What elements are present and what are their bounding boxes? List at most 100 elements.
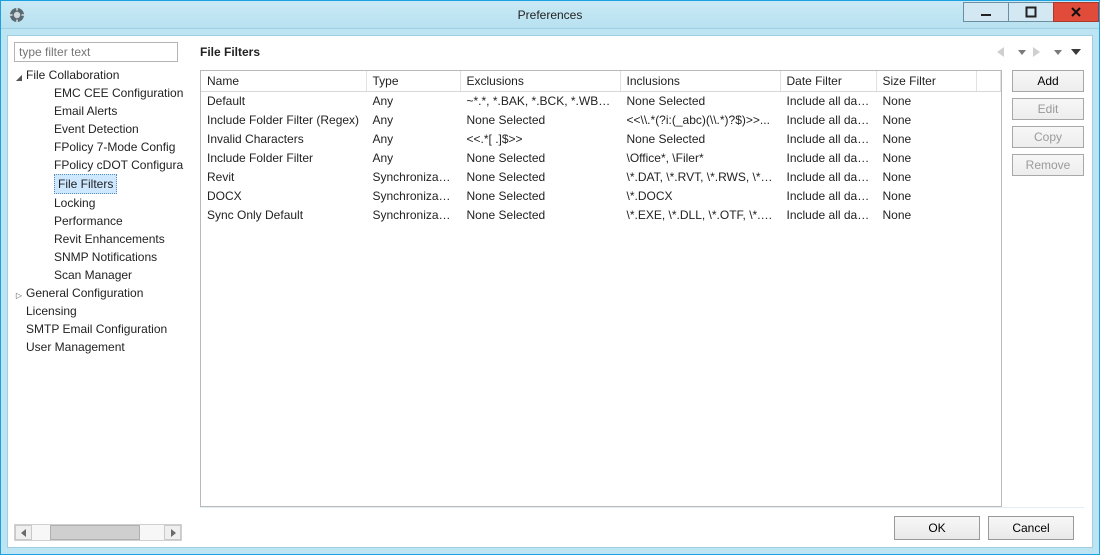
side-buttons: Add Edit Copy Remove [1012,70,1084,507]
tree-item-label: FPolicy 7-Mode Config [54,140,175,154]
cell-name [201,224,366,243]
cell-exc [460,357,620,376]
col-name[interactable]: Name [201,71,366,91]
table-row[interactable]: Sync Only DefaultSynchronizatio...None S… [201,205,1001,224]
table-row[interactable]: DefaultAny~*.*, *.BAK, *.BCK, *.WBK, ...… [201,91,1001,110]
col-pad [976,71,1001,91]
cell-type: Synchronizatio... [366,186,460,205]
remove-button[interactable]: Remove [1012,154,1084,176]
cell-pad [976,205,1001,224]
table-row [201,471,1001,490]
tree-item[interactable]: Locking [14,194,188,212]
edit-button[interactable]: Edit [1012,98,1084,120]
table-row [201,300,1001,319]
tree-item[interactable]: FPolicy cDOT Configura [14,156,188,174]
nav-tree[interactable]: ◢File CollaborationEMC CEE Configuration… [14,66,188,356]
cell-size [876,395,976,414]
cancel-button[interactable]: Cancel [988,516,1074,540]
tree-item[interactable]: Scan Manager [14,266,188,284]
cell-exc: <<.*[ .]$>> [460,129,620,148]
cell-name [201,414,366,433]
cell-name [201,433,366,452]
scroll-track[interactable] [32,525,164,540]
cell-size [876,338,976,357]
table-row [201,319,1001,338]
tree-hscrollbar[interactable] [14,524,182,541]
copy-button[interactable]: Copy [1012,126,1084,148]
cell-date [780,281,876,300]
cell-exc [460,395,620,414]
view-menu-icon[interactable] [1068,44,1084,60]
tree-item[interactable]: FPolicy 7-Mode Config [14,138,188,156]
cell-inc [620,414,780,433]
forward-dropdown-icon[interactable] [1050,44,1066,60]
col-inclusions[interactable]: Inclusions [620,71,780,91]
table-row[interactable]: Include Folder FilterAnyNone Selected\Of… [201,148,1001,167]
cell-pad [976,357,1001,376]
scroll-left-icon[interactable] [15,525,32,540]
cell-inc [620,471,780,490]
tree-item[interactable]: ◢File Collaboration [14,66,188,84]
cell-size: None [876,186,976,205]
ok-button[interactable]: OK [894,516,980,540]
col-exclusions[interactable]: Exclusions [460,71,620,91]
col-date-filter[interactable]: Date Filter [780,71,876,91]
cell-name [201,300,366,319]
back-dropdown-icon[interactable] [1014,44,1030,60]
tree-item[interactable]: SMTP Email Configuration [14,320,188,338]
table-row [201,433,1001,452]
cell-inc: \*.EXE, \*.DLL, \*.OTF, \*.T... [620,205,780,224]
minimize-button[interactable] [963,2,1009,22]
tree-item[interactable]: File Filters [14,174,188,194]
cell-inc: \*.DAT, \*.RVT, \*.RWS, \*.... [620,167,780,186]
tree-item[interactable]: Revit Enhancements [14,230,188,248]
cell-date [780,262,876,281]
cell-inc [620,281,780,300]
cell-pad [976,300,1001,319]
maximize-button[interactable] [1008,2,1054,22]
cell-date [780,471,876,490]
tree-item[interactable]: ▷General Configuration [14,284,188,302]
tree-item-label: File Collaboration [26,68,119,82]
cell-exc [460,433,620,452]
cell-name [201,281,366,300]
cell-inc: \Office*, \Filer* [620,148,780,167]
cell-pad [976,376,1001,395]
add-button[interactable]: Add [1012,70,1084,92]
cell-name: DOCX [201,186,366,205]
preferences-window: Preferences ◢File CollaborationEMC CEE C… [0,0,1100,555]
cell-size: None [876,91,976,110]
forward-arrow-icon[interactable] [1032,44,1048,60]
tree-item[interactable]: Event Detection [14,120,188,138]
cell-exc [460,338,620,357]
tree-item[interactable]: Performance [14,212,188,230]
tree-item[interactable]: SNMP Notifications [14,248,188,266]
tree-item[interactable]: User Management [14,338,188,356]
app-icon [5,3,29,27]
cell-exc [460,471,620,490]
tree-item[interactable]: Licensing [14,302,188,320]
scroll-thumb[interactable] [50,525,140,540]
main-row: Name Type Exclusions Inclusions Date Fil… [200,70,1084,507]
filter-input[interactable] [14,42,178,62]
right-panel: File Filters [188,36,1092,547]
cell-pad [976,186,1001,205]
table-row[interactable]: DOCXSynchronizatio...None Selected\*.DOC… [201,186,1001,205]
table-row [201,224,1001,243]
close-button[interactable] [1053,2,1099,22]
filters-table[interactable]: Name Type Exclusions Inclusions Date Fil… [200,70,1002,507]
cell-size: None [876,129,976,148]
tree-item[interactable]: Email Alerts [14,102,188,120]
table-row[interactable]: Invalid CharactersAny<<.*[ .]$>>None Sel… [201,129,1001,148]
cell-date [780,300,876,319]
back-arrow-icon[interactable] [996,44,1012,60]
cell-date: Include all dates [780,205,876,224]
tree-item[interactable]: EMC CEE Configuration [14,84,188,102]
scroll-right-icon[interactable] [164,525,181,540]
table-row[interactable]: Include Folder Filter (Regex)AnyNone Sel… [201,110,1001,129]
col-type[interactable]: Type [366,71,460,91]
table-row[interactable]: RevitSynchronizatio...None Selected\*.DA… [201,167,1001,186]
cell-date: Include all dates [780,110,876,129]
col-size-filter[interactable]: Size Filter [876,71,976,91]
cell-type: Synchronizatio... [366,205,460,224]
